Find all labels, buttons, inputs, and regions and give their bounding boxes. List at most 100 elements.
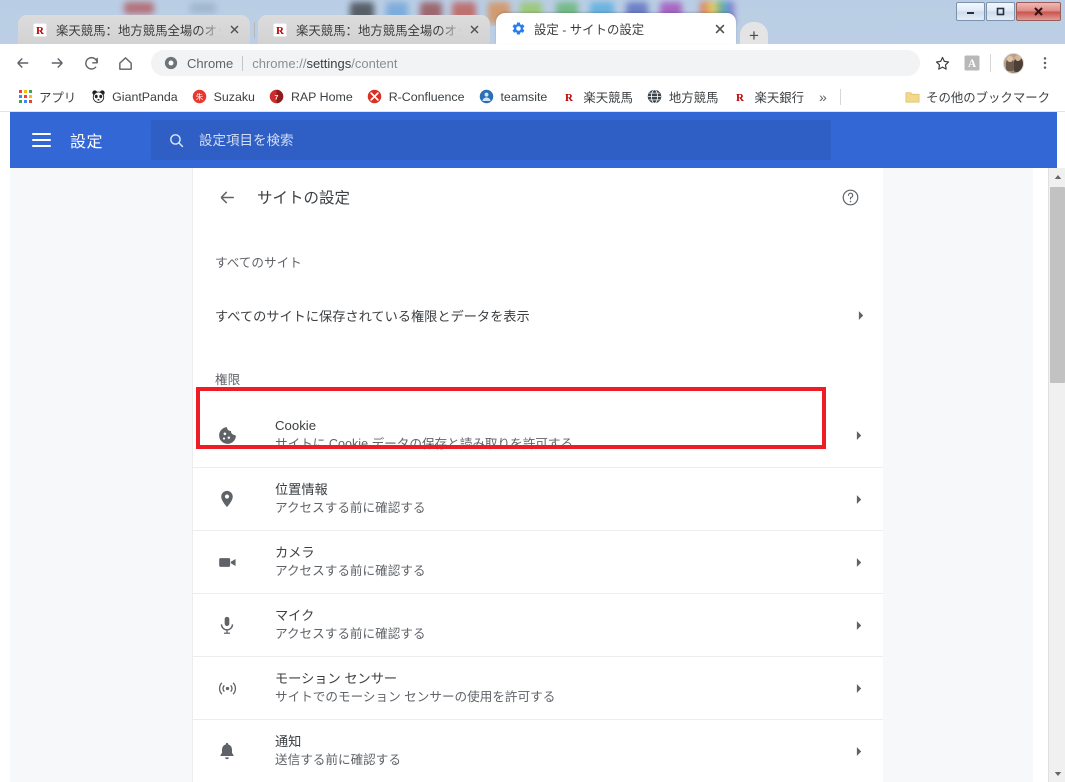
tab-title: 楽天競馬：地方競馬全場のオッ	[296, 23, 462, 38]
chevron-right-icon	[849, 556, 867, 569]
subpage-header: サイトの設定	[193, 168, 883, 226]
row-subtitle: アクセスする前に確認する	[275, 500, 426, 515]
folder-icon	[904, 89, 920, 105]
reload-button[interactable]	[77, 49, 105, 77]
settings-gear-icon	[510, 21, 526, 37]
row-microphone[interactable]: マイク アクセスする前に確認する	[193, 593, 883, 656]
help-circle-icon[interactable]	[839, 186, 861, 208]
svg-text:A: A	[968, 58, 977, 70]
bookmarks-overflow-button[interactable]: »	[811, 89, 835, 105]
search-input[interactable]	[199, 132, 760, 148]
bookmark-label: 楽天競馬	[583, 90, 633, 105]
home-button[interactable]	[111, 49, 139, 77]
back-button[interactable]	[9, 49, 37, 77]
adobe-pdf-icon[interactable]: A	[958, 49, 986, 77]
browser-tab-active[interactable]: 設定 - サイトの設定	[496, 13, 736, 44]
row-all-sites-permissions[interactable]: すべてのサイトに保存されている権限とデータを表示	[193, 289, 883, 341]
new-tab-label: +	[749, 25, 759, 45]
browser-window: R 楽天競馬：地方競馬全場のオッ R 楽天競馬：地方競馬全場のオッ 設定 - サ…	[0, 0, 1065, 782]
three-dot-menu-icon[interactable]	[1031, 49, 1059, 77]
settings-search-box[interactable]	[151, 120, 832, 160]
row-title: 位置情報	[275, 481, 328, 497]
bookmark-r-confluence[interactable]: R-Confluence	[360, 86, 472, 108]
page-scrollbar[interactable]	[1048, 168, 1065, 782]
section-label-all-sites: すべてのサイト	[215, 256, 302, 270]
bookmark-apps[interactable]: アプリ	[10, 86, 83, 108]
microphone-icon	[215, 613, 239, 637]
bookmark-other-folder[interactable]: その他のブックマーク	[897, 86, 1057, 108]
browser-tab[interactable]: R 楽天競馬：地方競馬全場のオッ	[258, 15, 490, 44]
section-label-permissions: 権限	[215, 373, 241, 387]
arrow-back-icon[interactable]	[215, 185, 239, 209]
bookmarks-bar: アプリ GiantPanda 朱 Suzaku 7 RAP Home R-Con…	[0, 82, 1065, 112]
menu-icon[interactable]	[32, 128, 56, 152]
confluence-red-icon	[367, 89, 383, 105]
row-title: すべてのサイトに保存されている権限とデータを表示	[215, 308, 530, 324]
bookmarks-divider	[839, 88, 841, 105]
scroll-up-button[interactable]	[1049, 168, 1065, 185]
svg-text:R: R	[276, 25, 285, 37]
rakuten-r-icon: R	[32, 22, 48, 38]
row-notifications[interactable]: 通知 送信する前に確認する	[193, 719, 883, 782]
tab-strip: R 楽天競馬：地方競馬全場のオッ R 楽天競馬：地方競馬全場のオッ 設定 - サ…	[0, 8, 1065, 48]
panda-icon	[90, 89, 106, 105]
site-settings-card: サイトの設定 すべてのサイト すべてのサイトに保存されている権限とデータを表示	[193, 168, 883, 782]
chevron-right-icon	[849, 493, 867, 506]
scrollbar-thumb[interactable]	[1050, 187, 1065, 383]
tab-close-icon[interactable]	[226, 22, 242, 38]
bookmark-label: その他のブックマーク	[926, 90, 1050, 105]
bell-icon	[215, 739, 239, 763]
address-bar[interactable]: Chrome chrome://settings/content	[151, 50, 920, 76]
row-title: カメラ	[275, 544, 315, 560]
row-location[interactable]: 位置情報 アクセスする前に確認する	[193, 467, 883, 530]
row-text: 通知 送信する前に確認する	[275, 732, 849, 771]
bookmark-giantpanda[interactable]: GiantPanda	[83, 86, 184, 108]
row-text: Cookie サイトに Cookie データの保存と読み取りを許可する	[275, 416, 849, 455]
bookmark-star-icon[interactable]	[928, 49, 956, 77]
rap-red-circle-icon: 7	[269, 89, 285, 105]
row-text: モーション センサー サイトでのモーション センサーの使用を許可する	[275, 669, 849, 708]
row-text: 位置情報 アクセスする前に確認する	[275, 480, 849, 519]
bookmark-teamsite[interactable]: teamsite	[471, 86, 554, 108]
url-prefix: chrome://	[252, 55, 307, 71]
browser-tab[interactable]: R 楽天競馬：地方競馬全場のオッ	[18, 15, 250, 44]
chevron-right-icon	[849, 429, 867, 442]
browser-toolbar: Chrome chrome://settings/content A	[0, 44, 1065, 82]
settings-content-area: サイトの設定 すべてのサイト すべてのサイトに保存されている権限とデータを表示	[10, 168, 1033, 782]
settings-sidebar	[10, 168, 193, 782]
bookmark-rap-home[interactable]: 7 RAP Home	[262, 86, 360, 108]
row-title: モーション センサー	[275, 670, 398, 686]
svg-text:朱: 朱	[196, 92, 204, 102]
svg-text:R: R	[565, 92, 574, 104]
tab-close-icon[interactable]	[712, 21, 728, 37]
url-suffix: /content	[351, 55, 398, 71]
row-cookie[interactable]: Cookie サイトに Cookie データの保存と読み取りを許可する	[193, 404, 883, 467]
profile-avatar[interactable]	[1003, 52, 1024, 74]
row-title: マイク	[275, 607, 315, 623]
row-text: カメラ アクセスする前に確認する	[275, 543, 849, 582]
row-title: Cookie	[275, 418, 317, 434]
row-subtitle: 送信する前に確認する	[275, 752, 401, 767]
teamsite-blue-icon	[478, 89, 494, 105]
scroll-down-button[interactable]	[1049, 765, 1065, 782]
row-text: マイク アクセスする前に確認する	[275, 606, 849, 645]
row-subtitle: アクセスする前に確認する	[275, 563, 426, 578]
bookmark-chihou-keiba[interactable]: 地方競馬	[640, 86, 726, 108]
tab-close-icon[interactable]	[466, 22, 482, 38]
tab-separator	[254, 22, 255, 38]
settings-title: 設定	[70, 134, 104, 151]
bookmark-suzaku[interactable]: 朱 Suzaku	[185, 86, 262, 108]
bookmark-rakuten-keiba[interactable]: R 楽天競馬	[554, 86, 640, 108]
chrome-logo-icon	[163, 55, 179, 71]
svg-text:R: R	[36, 25, 45, 37]
bookmark-label: teamsite	[500, 89, 548, 104]
bookmark-label: 地方競馬	[668, 90, 719, 105]
chevron-right-icon	[849, 745, 867, 758]
row-motion-sensor[interactable]: モーション センサー サイトでのモーション センサーの使用を許可する	[193, 656, 883, 719]
bookmark-rakuten-bank[interactable]: R 楽天銀行	[725, 86, 811, 108]
omnibox-url: chrome://settings/content	[252, 56, 397, 71]
forward-button[interactable]	[43, 49, 71, 77]
row-camera[interactable]: カメラ アクセスする前に確認する	[193, 530, 883, 593]
